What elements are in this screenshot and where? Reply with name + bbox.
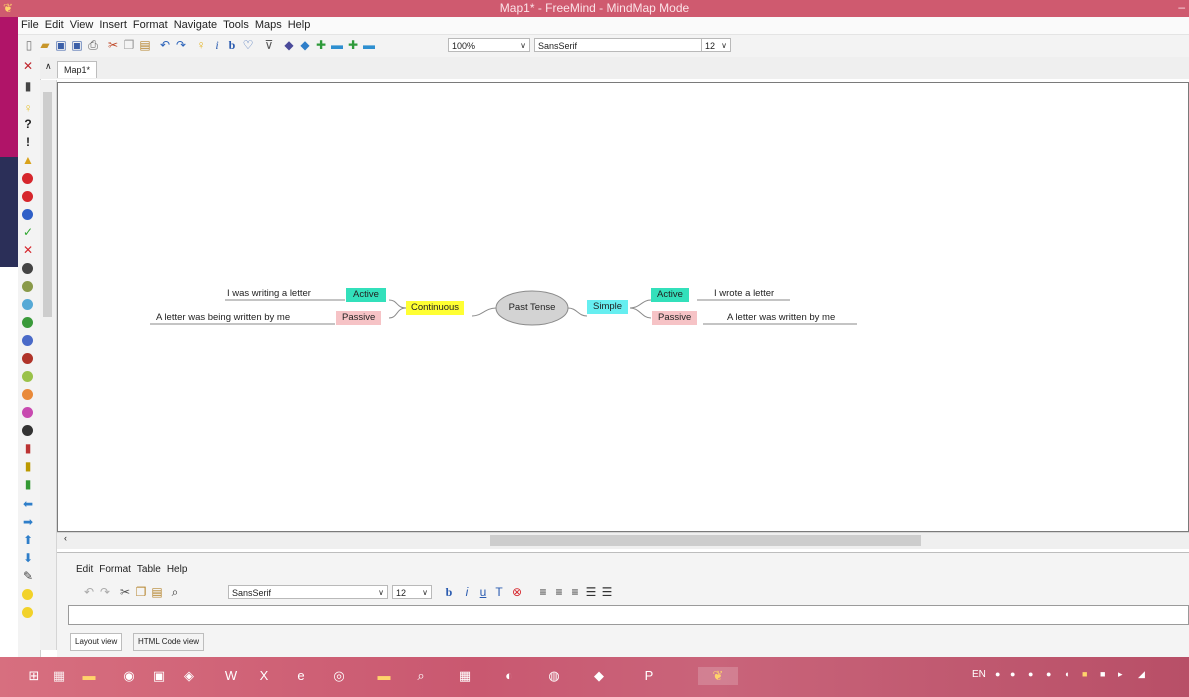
editor-italic-icon[interactable]: i [460, 585, 474, 599]
node-continuous-passive-example[interactable]: A letter was being written by me [156, 312, 290, 324]
windows-taskbar: ⊞ ▦ ▬ ◉ ▣ ◈ W X e ◎ ▬ ⌕ ▦ ◐ ◍ ◆ P ❦ EN ●… [0, 657, 1189, 697]
chevron-down-icon: ∨ [378, 588, 384, 597]
tab-html-code-view[interactable]: HTML Code view [133, 633, 205, 651]
start-icon[interactable]: ⊞ [25, 667, 43, 685]
editor-copy-icon[interactable]: ❐ [134, 585, 148, 599]
editor-font-color-icon[interactable]: T [492, 585, 506, 599]
align-center-icon[interactable]: ≡ [552, 585, 566, 599]
tray-icon-3[interactable]: ● [1028, 669, 1040, 681]
edge-simple-active [629, 299, 652, 309]
editor-menu-table[interactable]: Table [137, 564, 161, 575]
editor-paste-icon[interactable]: ▤ [150, 585, 164, 599]
editor-bold-icon[interactable]: b [442, 585, 456, 599]
edge-continuous-active [388, 299, 407, 309]
tray-icon-1[interactable]: ● [995, 669, 1007, 681]
node-simple-passive[interactable]: Passive [652, 311, 698, 325]
taskbar-app4-icon[interactable]: ◍ [545, 667, 563, 685]
align-right-icon[interactable]: ≡ [568, 585, 582, 599]
powerpoint-icon[interactable]: P [640, 667, 658, 685]
edge-root-continuous [471, 307, 497, 317]
scroll-left-icon[interactable]: ‹ [64, 533, 67, 543]
taskbar-app2-icon[interactable]: ▦ [456, 667, 474, 685]
volume-icon[interactable]: ◖ [1064, 669, 1076, 681]
edge-root-simple [567, 307, 588, 317]
language-indicator[interactable]: EN [972, 669, 986, 680]
editor-font-size-value: 12 [396, 588, 407, 598]
node-simple-active-example[interactable]: I wrote a letter [714, 288, 774, 300]
media-icon[interactable]: ◈ [180, 667, 198, 685]
word-icon[interactable]: W [222, 667, 240, 685]
network-icon[interactable]: ◢ [1138, 669, 1150, 681]
editor-redo-icon[interactable]: ↷ [98, 585, 112, 599]
editor-font-size-select[interactable]: 12 ∨ [392, 585, 432, 599]
tab-layout-view[interactable]: Layout view [70, 633, 123, 651]
editor-font-family-select[interactable]: SansSerif ∨ [228, 585, 388, 599]
edge-simple-passive [629, 307, 652, 319]
node-continuous-active[interactable]: Active [346, 288, 386, 302]
freemind-taskbar-icon[interactable]: ❦ [698, 667, 738, 685]
bullet-list-icon[interactable]: ☰ [584, 585, 598, 599]
node-continuous-passive[interactable]: Passive [336, 311, 382, 325]
taskbar-app-icon[interactable]: ▦ [50, 667, 68, 685]
node-simple[interactable]: Simple [587, 300, 629, 314]
editor-clear-format-icon[interactable]: ⊗ [510, 585, 524, 599]
node-simple-passive-example[interactable]: A letter was written by me [727, 312, 835, 324]
tray-icon-4[interactable]: ● [1046, 669, 1058, 681]
store-icon[interactable]: ▣ [150, 667, 168, 685]
editor-find-icon[interactable]: ⌕ [168, 585, 182, 599]
folder-icon[interactable]: ▬ [375, 667, 393, 685]
align-left-icon[interactable]: ≡ [536, 585, 550, 599]
horizontal-scrollbar-thumb[interactable] [490, 535, 921, 546]
tray-icon-7[interactable]: ▸ [1118, 669, 1130, 681]
editor-undo-icon[interactable]: ↶ [82, 585, 96, 599]
note-text-area[interactable] [68, 605, 1189, 625]
node-continuous-active-example[interactable]: I was writing a letter [227, 288, 311, 300]
edge-continuous-passive [388, 307, 407, 319]
excel-icon[interactable]: X [255, 667, 273, 685]
node-simple-active[interactable]: Active [651, 288, 689, 302]
chevron-down-icon: ∨ [422, 588, 428, 597]
editor-cut-icon[interactable]: ✂ [118, 585, 132, 599]
tray-icon-2[interactable]: ● [1010, 669, 1022, 681]
note-editor-menu: Edit Format Table Help [76, 563, 193, 575]
note-editor-toolbar: ↶ ↷ ✂ ❐ ▤ ⌕ SansSerif ∨ 12 ∨ b i u T ⊗ ≡ ≡… [80, 585, 700, 601]
editor-menu-help[interactable]: Help [167, 564, 188, 575]
editor-menu-format[interactable]: Format [99, 564, 131, 575]
browser-icon[interactable]: ◉ [120, 667, 138, 685]
root-node-label[interactable]: Past Tense [500, 301, 564, 315]
tray-icon-5[interactable]: ■ [1082, 669, 1094, 681]
search-icon[interactable]: ⌕ [412, 667, 430, 685]
numbered-list-icon[interactable]: ☰ [600, 585, 614, 599]
ie-icon[interactable]: e [292, 667, 310, 685]
taskbar-app3-icon[interactable]: ◐ [500, 667, 518, 685]
editor-menu-edit[interactable]: Edit [76, 564, 93, 575]
editor-underline-icon[interactable]: u [476, 585, 490, 599]
chrome-icon[interactable]: ◎ [330, 667, 348, 685]
tray-icon-6[interactable]: ■ [1100, 669, 1112, 681]
file-explorer-icon[interactable]: ▬ [80, 667, 98, 685]
taskbar-app5-icon[interactable]: ◆ [590, 667, 608, 685]
node-continuous[interactable]: Continuous [406, 301, 465, 315]
editor-font-family-value: SansSerif [232, 588, 272, 598]
